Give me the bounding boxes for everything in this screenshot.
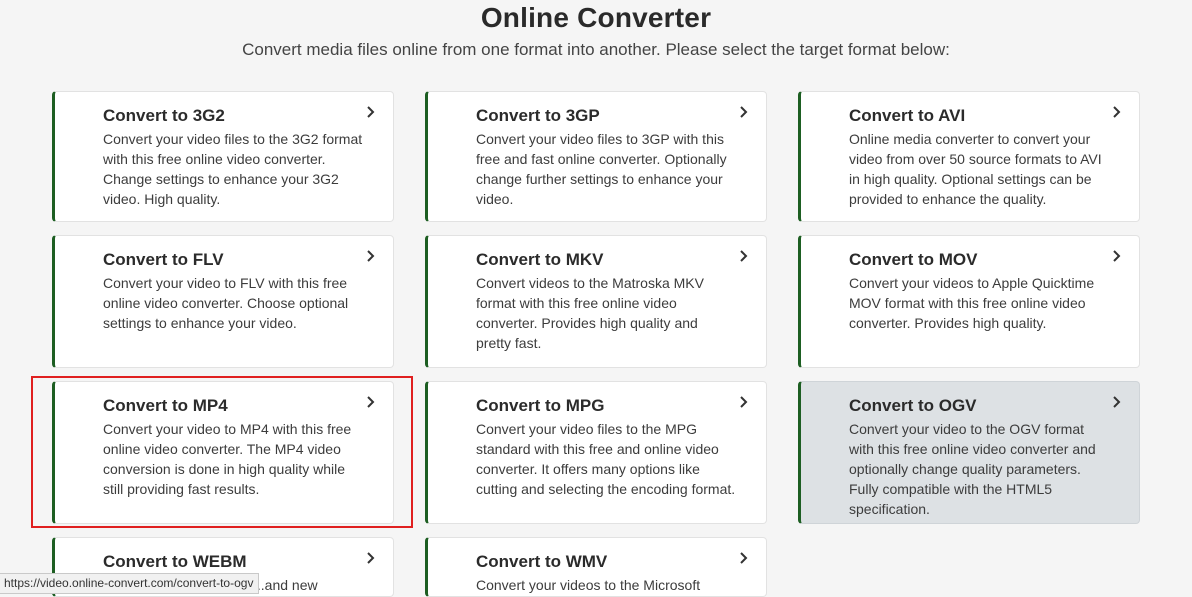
chevron-right-icon	[364, 105, 378, 119]
card-title: Convert to MP4	[103, 396, 228, 415]
chevron-right-icon	[1110, 395, 1124, 409]
card-convert-to-mpg[interactable]: Convert to MPG Convert your video files …	[425, 381, 767, 524]
card-description: Convert your video files to the MPG stan…	[476, 421, 736, 497]
status-bar-url: https://video.online-convert.com/convert…	[0, 573, 260, 594]
card-title: Convert to OGV	[849, 396, 977, 415]
card-convert-to-3g2[interactable]: Convert to 3G2 Convert your video files …	[52, 91, 394, 222]
card-description: Online media converter to convert your v…	[849, 131, 1102, 207]
card-title: Convert to MPG	[476, 396, 605, 415]
chevron-right-icon	[737, 551, 751, 565]
card-convert-to-mp4[interactable]: Convert to MP4 Convert your video to MP4…	[52, 381, 394, 524]
card-title: Convert to FLV	[103, 250, 224, 269]
card-description: Convert your videos to the Microsoft	[476, 577, 701, 593]
chevron-right-icon	[1110, 105, 1124, 119]
card-description: Convert videos to the Matroska MKV forma…	[476, 275, 704, 351]
page-subtitle: Convert media files online from one form…	[242, 40, 950, 59]
card-title: Convert to WEBM	[103, 552, 247, 571]
converter-grid: Convert to 3G2 Convert your video files …	[52, 91, 1140, 597]
card-convert-to-avi[interactable]: Convert to AVI Online media converter to…	[798, 91, 1140, 222]
card-title: Convert to 3GP	[476, 106, 600, 125]
chevron-right-icon	[737, 249, 751, 263]
chevron-right-icon	[737, 395, 751, 409]
page-title: Online Converter	[480, 2, 712, 33]
chevron-right-icon	[364, 395, 378, 409]
card-description: Convert your video to FLV with this free…	[103, 275, 349, 331]
card-title: Convert to AVI	[849, 106, 966, 125]
card-description: Convert your video files to the 3G2 form…	[103, 131, 363, 207]
card-title: Convert to WMV	[476, 552, 608, 571]
chevron-right-icon	[737, 105, 751, 119]
card-description: Convert your videos to Apple Quicktime M…	[849, 275, 1095, 331]
card-convert-to-mov[interactable]: Convert to MOV Convert your videos to Ap…	[798, 235, 1140, 368]
card-description: Convert your video to MP4 with this free…	[103, 421, 352, 497]
card-convert-to-ogv[interactable]: Convert to OGV Convert your video to the…	[798, 381, 1140, 524]
chevron-right-icon	[364, 551, 378, 565]
card-convert-to-flv[interactable]: Convert to FLV Convert your video to FLV…	[52, 235, 394, 368]
card-convert-to-3gp[interactable]: Convert to 3GP Convert your video files …	[425, 91, 767, 222]
card-convert-to-wmv[interactable]: Convert to WMV Convert your videos to th…	[425, 537, 767, 597]
card-title: Convert to MOV	[849, 250, 978, 269]
card-title: Convert to 3G2	[103, 106, 225, 125]
card-convert-to-mkv[interactable]: Convert to MKV Convert videos to the Mat…	[425, 235, 767, 368]
card-description: Convert your video to the OGV format wit…	[849, 421, 1096, 517]
chevron-right-icon	[364, 249, 378, 263]
card-title: Convert to MKV	[476, 250, 604, 269]
chevron-right-icon	[1110, 249, 1124, 263]
card-description: Convert your video files to 3GP with thi…	[476, 131, 727, 207]
